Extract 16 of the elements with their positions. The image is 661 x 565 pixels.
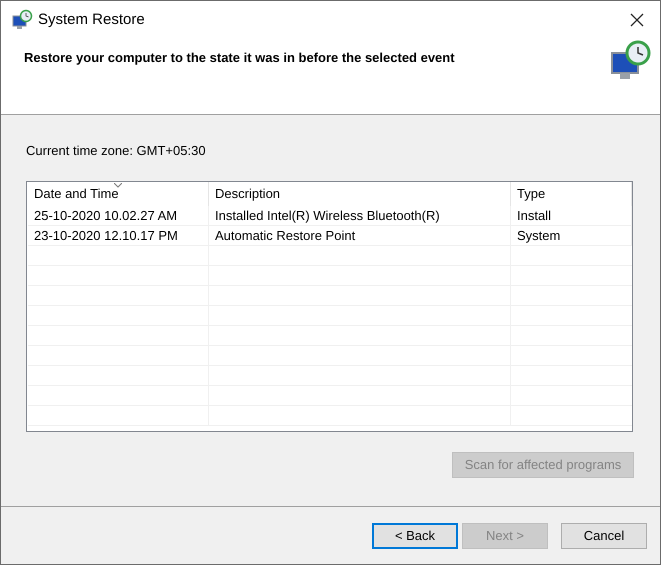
table-cell: Installed Intel(R) Wireless Bluetooth(R) [209,206,511,226]
table-cell: Automatic Restore Point [209,226,511,246]
table-cell: System [511,226,632,246]
dialog-button[interactable]: Cancel [561,522,647,548]
page-heading: Restore your computer to the state it was in before the selected event [24,49,455,67]
system-restore-icon [11,9,33,31]
table-cell: 25-10-2020 10.02.27 AM [28,206,209,226]
time-zone-label: Current time zone: GMT+05:30 [26,142,207,160]
window-title: System Restore [38,10,145,30]
table-cell: 23-10-2020 12.10.17 PM [28,226,209,246]
table-cell: Install [511,206,632,226]
dialog-button[interactable]: < Back [372,522,458,548]
column-header[interactable]: Date and Time [28,182,209,206]
close-icon [630,13,644,27]
column-header[interactable]: Type [511,182,632,206]
column-header[interactable]: Description [209,182,511,206]
